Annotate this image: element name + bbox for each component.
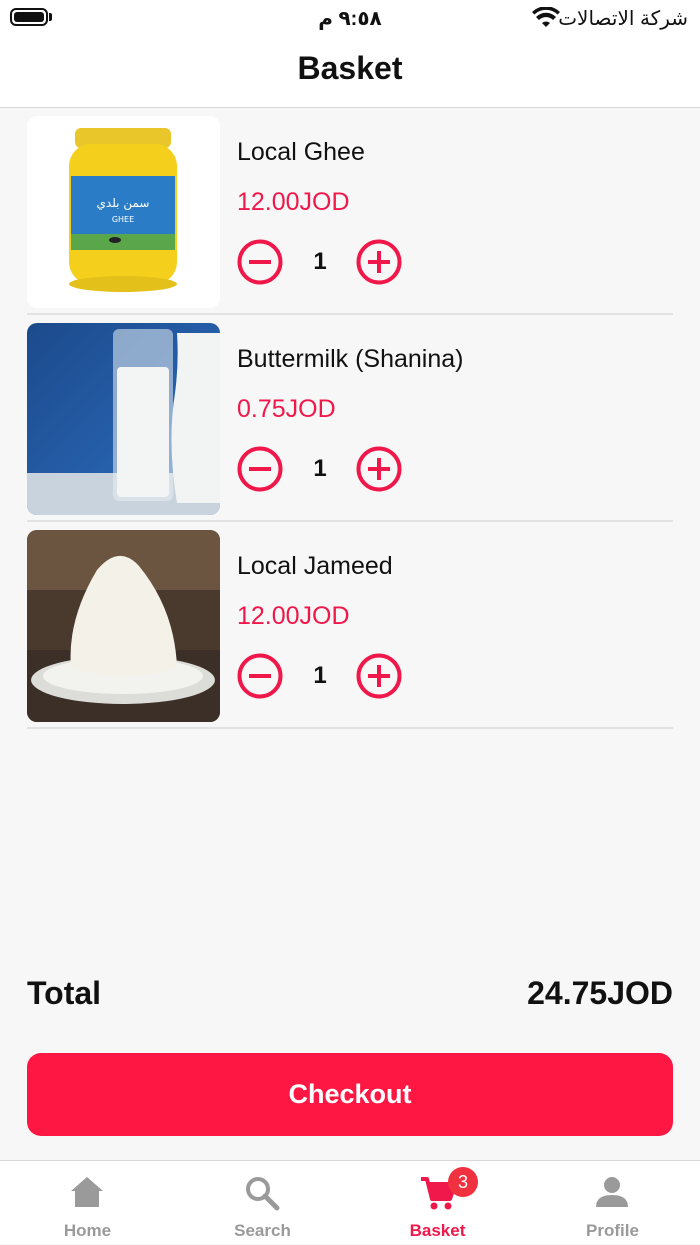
item-name: Local Jameed xyxy=(237,552,393,580)
cart-count-badge: 3 xyxy=(448,1167,478,1197)
tab-label: Home xyxy=(63,1221,112,1240)
tab-label: Basket xyxy=(409,1221,466,1240)
item-name: Local Ghee xyxy=(237,138,365,166)
increase-quantity-button[interactable] xyxy=(356,446,402,492)
search-icon xyxy=(246,1177,280,1211)
person-icon xyxy=(596,1177,628,1207)
tab-search[interactable]: Search xyxy=(175,1161,350,1245)
carrier-name: شركة الاتصالات xyxy=(558,8,688,30)
total-row: Total 24.75JOD xyxy=(27,975,673,1015)
quantity-value: 1 xyxy=(313,455,327,482)
checkout-button[interactable]: Checkout xyxy=(27,1053,673,1136)
wifi-icon xyxy=(532,7,560,27)
tab-label: Search xyxy=(234,1221,291,1240)
basket-item-buttermilk: Buttermilk (Shanina) 0.75JOD 1 xyxy=(27,315,673,522)
status-bar: ٩:٥٨ م شركة الاتصالات xyxy=(0,0,700,36)
header: Basket xyxy=(0,36,700,108)
item-price: 12.00JOD xyxy=(237,188,350,216)
item-name: Buttermilk (Shanina) xyxy=(237,345,464,373)
item-price: 0.75JOD xyxy=(237,395,336,423)
quantity-value: 1 xyxy=(313,662,327,689)
total-value: 24.75JOD xyxy=(527,975,673,1011)
basket-item-list: سمن بلدي GHEE Local Ghee 12.00JOD 1 Butt… xyxy=(27,108,673,729)
decrease-quantity-button[interactable] xyxy=(237,446,283,492)
ghee-image: سمن بلدي GHEE xyxy=(27,116,220,308)
ghee-label-english: GHEE xyxy=(112,215,134,224)
quantity-value: 1 xyxy=(313,248,327,275)
ghee-label-arabic: سمن بلدي xyxy=(97,196,150,211)
basket-item-jameed: Local Jameed 12.00JOD 1 xyxy=(27,522,673,729)
tab-profile[interactable]: Profile xyxy=(525,1161,700,1245)
page-title: Basket xyxy=(297,50,403,86)
increase-quantity-button[interactable] xyxy=(356,239,402,285)
tab-bar: Home Search 3 Basket Profile xyxy=(0,1160,700,1244)
tab-basket[interactable]: 3 Basket xyxy=(350,1161,525,1245)
tab-home[interactable]: Home xyxy=(0,1161,175,1245)
decrease-quantity-button[interactable] xyxy=(237,239,283,285)
jameed-image xyxy=(27,530,220,722)
home-icon xyxy=(71,1177,103,1207)
item-price: 12.00JOD xyxy=(237,602,350,630)
increase-quantity-button[interactable] xyxy=(356,653,402,699)
tab-label: Profile xyxy=(586,1221,639,1240)
basket-item-ghee: سمن بلدي GHEE Local Ghee 12.00JOD 1 xyxy=(27,108,673,315)
total-label: Total xyxy=(27,975,102,1011)
buttermilk-image xyxy=(27,323,220,515)
decrease-quantity-button[interactable] xyxy=(237,653,283,699)
